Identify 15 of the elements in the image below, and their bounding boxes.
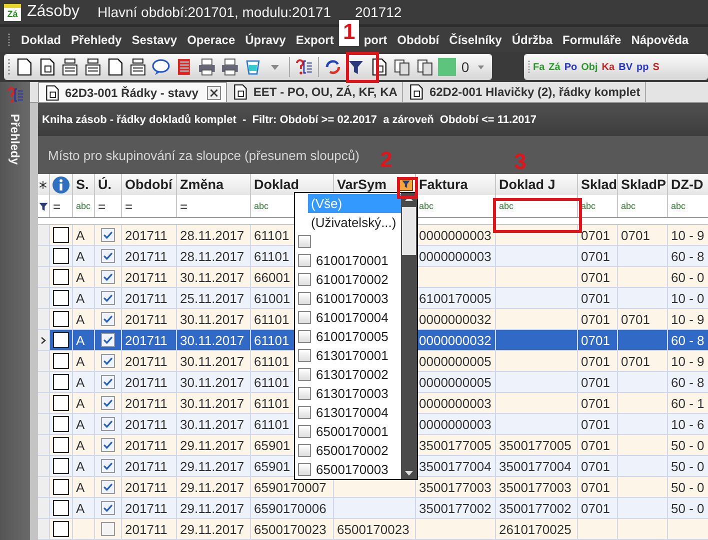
table-cell: 2610170025	[496, 519, 578, 540]
callout-number: 1	[339, 20, 360, 46]
callout-number: 3	[514, 151, 526, 173]
counter-value: 0	[461, 59, 470, 75]
table-cell: 6500170023	[251, 519, 334, 540]
table-cell: 201711	[122, 519, 177, 540]
window-title: Zásoby	[27, 3, 80, 21]
window-subtitle: Hlavní období:201701, modulu:20171	[97, 4, 331, 20]
callout-number: 2	[380, 149, 392, 171]
app-logo: Zá	[4, 4, 21, 20]
window-subtitle: 201712	[354, 4, 402, 20]
group-hint: Místo pro skupinování za sloupce (přesunem sloupců)	[48, 148, 360, 162]
grid-caption: Kniha zásob - řádky dokladů komplet - Filtr: Období >= 02.2017 a zároveň Období <= 11.2017	[38, 103, 708, 136]
table-cell: 29.11.2017	[177, 519, 251, 540]
table-cell: 6500170023	[334, 519, 416, 540]
